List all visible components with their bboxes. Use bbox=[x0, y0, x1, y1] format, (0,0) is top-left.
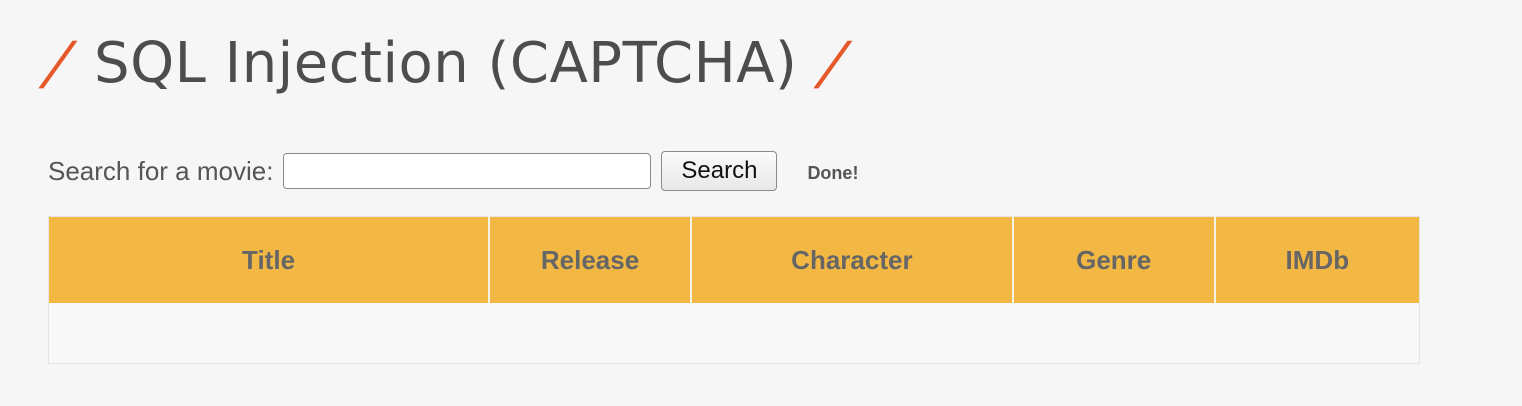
table-header-row: Title Release Character Genre IMDb bbox=[48, 216, 1420, 303]
column-header-release: Release bbox=[488, 216, 691, 303]
column-header-character: Character bbox=[689, 216, 1013, 303]
search-input[interactable] bbox=[283, 153, 652, 189]
page-title: / SQL Injection (CAPTCHA) / bbox=[41, 22, 851, 104]
title-slash-right: / bbox=[816, 29, 851, 97]
empty-table-row bbox=[48, 303, 1420, 364]
column-header-genre: Genre bbox=[1011, 216, 1215, 303]
column-header-title: Title bbox=[48, 216, 490, 303]
search-button[interactable]: Search bbox=[661, 151, 778, 191]
empty-cell bbox=[48, 303, 1420, 364]
title-slash-left: / bbox=[40, 29, 76, 97]
search-label: Search for a movie: bbox=[48, 155, 274, 186]
page-title-text: SQL Injection (CAPTCHA) bbox=[94, 30, 798, 96]
search-form: Search for a movie: Search Done! bbox=[48, 150, 858, 192]
results-table: Title Release Character Genre IMDb bbox=[48, 216, 1420, 364]
status-text: Done! bbox=[807, 162, 859, 183]
column-header-imdb: IMDb bbox=[1213, 216, 1420, 303]
